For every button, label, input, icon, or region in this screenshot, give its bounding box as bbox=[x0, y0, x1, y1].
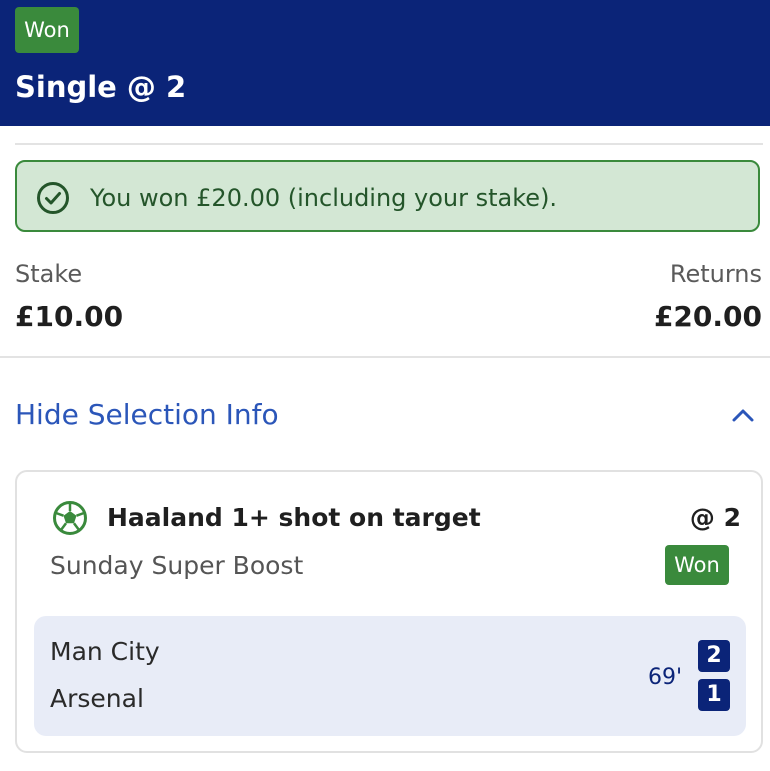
selection-name: Haaland 1+ shot on target bbox=[107, 503, 481, 532]
away-team: Arsenal bbox=[50, 684, 144, 713]
home-score: 2 bbox=[698, 640, 730, 672]
divider bbox=[0, 356, 770, 358]
win-banner: You won £20.00 (including your stake). bbox=[15, 160, 760, 232]
scoreboard: Man City Arsenal 69' 2 1 bbox=[34, 616, 746, 736]
divider bbox=[15, 143, 763, 145]
win-message: You won £20.00 (including your stake). bbox=[90, 184, 558, 212]
selection-card: Haaland 1+ shot on target @ 2 Sunday Sup… bbox=[15, 470, 763, 753]
home-team: Man City bbox=[50, 637, 160, 666]
chevron-up-icon[interactable] bbox=[730, 402, 756, 428]
bet-header: Won Single @ 2 bbox=[0, 0, 770, 126]
bet-status-badge: Won bbox=[15, 7, 79, 53]
stake-value: £10.00 bbox=[15, 300, 124, 333]
selection-status-badge: Won bbox=[665, 545, 729, 585]
match-clock: 69' bbox=[648, 665, 683, 690]
returns-label: Returns bbox=[669, 260, 762, 288]
check-circle-icon bbox=[37, 182, 69, 214]
selection-odds: @ 2 bbox=[689, 503, 741, 532]
away-score: 1 bbox=[698, 679, 730, 711]
stake-label: Stake bbox=[15, 260, 83, 288]
hide-selection-info-button[interactable]: Hide Selection Info bbox=[15, 398, 279, 432]
market-name: Sunday Super Boost bbox=[50, 551, 304, 580]
returns-value: £20.00 bbox=[653, 300, 762, 333]
football-icon bbox=[53, 501, 87, 535]
bet-title: Single @ 2 bbox=[15, 70, 187, 104]
